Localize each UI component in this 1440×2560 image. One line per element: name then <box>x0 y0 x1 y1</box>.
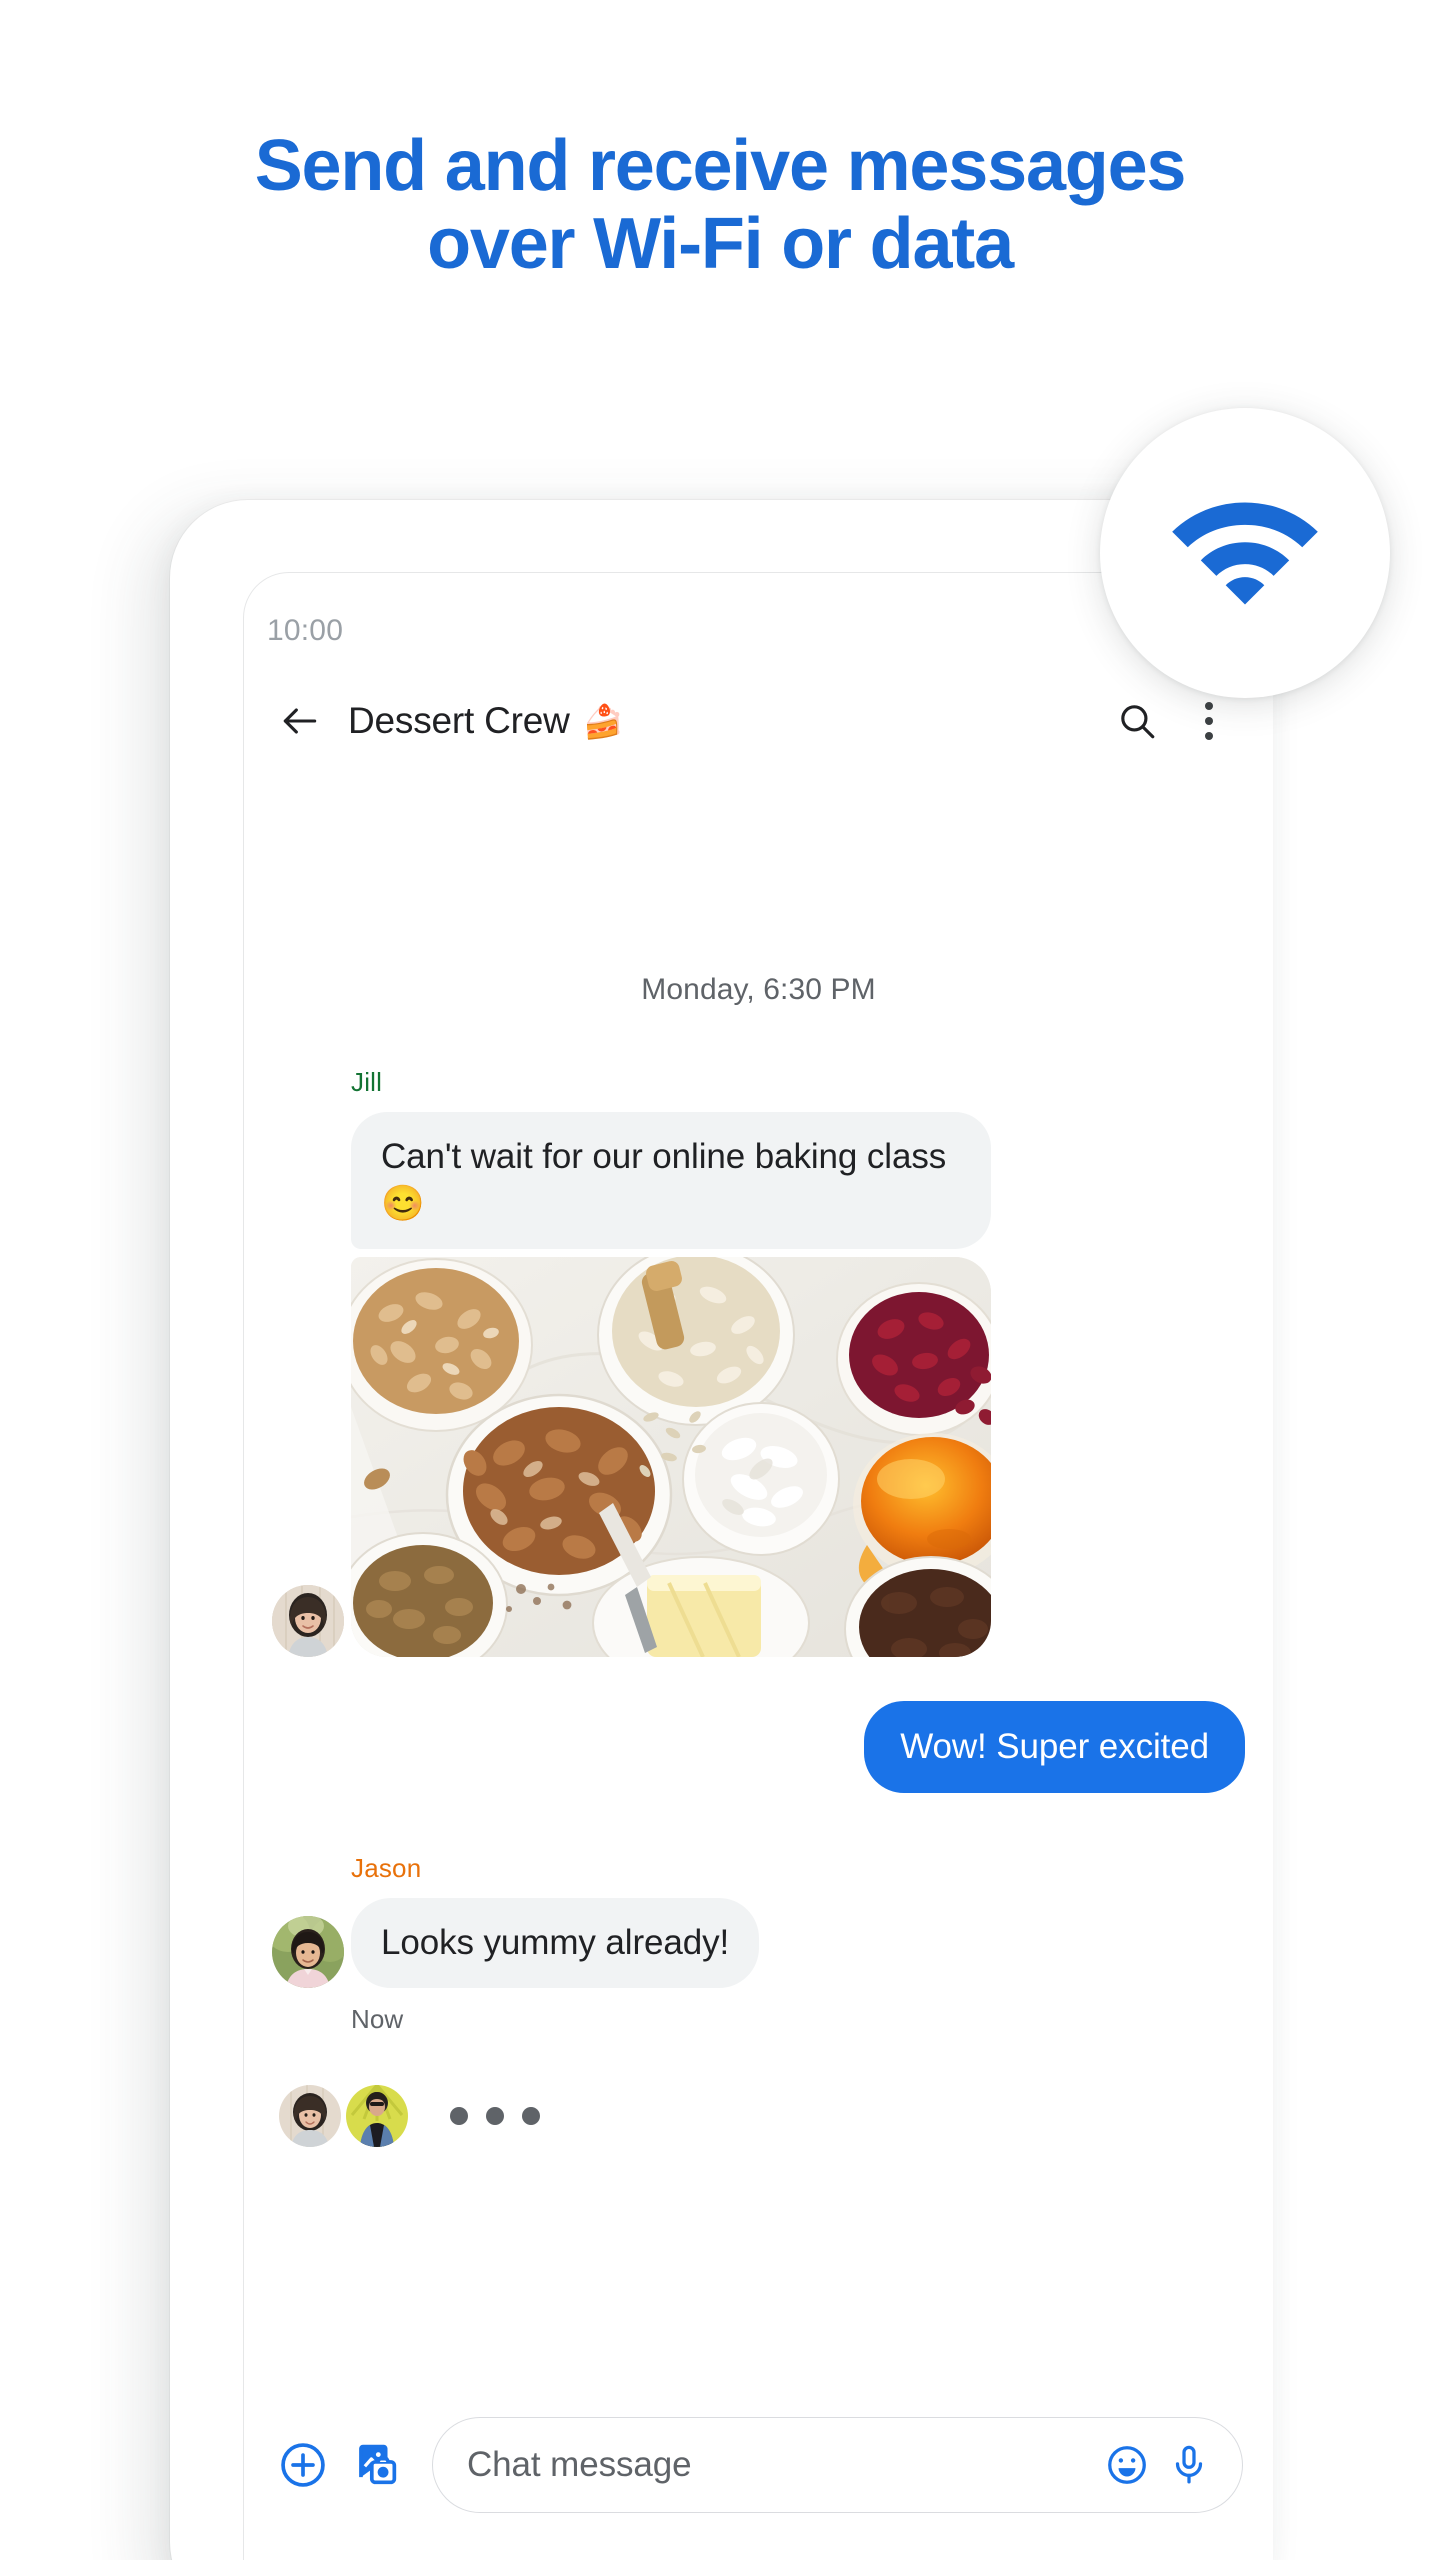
date-divider: Monday, 6:30 PM <box>641 973 876 1006</box>
app-bar: Dessert Crew 🍰 <box>244 668 1273 774</box>
compose-bar: Chat message <box>244 2410 1273 2520</box>
avatar[interactable] <box>272 1585 344 1658</box>
message-row-jason: Looks yummy already! <box>272 1897 1245 1989</box>
status-bar-time: 10:00 <box>267 614 344 647</box>
baking-ingredients-photo[interactable] <box>351 1257 991 1658</box>
typing-indicator <box>272 2085 1245 2148</box>
typing-dots <box>450 2107 540 2126</box>
message-row-jill: Can't wait for our online baking class 😊 <box>272 1112 1245 1658</box>
conversation-title[interactable]: Dessert Crew 🍰 <box>348 700 624 742</box>
avatar[interactable] <box>346 2085 408 2148</box>
phone-screen: 10:00 Dessert Crew 🍰 Monday, 6:30 PM Jil… <box>243 572 1273 2560</box>
message-bubble[interactable]: Can't wait for our online baking class 😊 <box>351 1112 991 1250</box>
message-row-outgoing: Wow! Super excited <box>272 1701 1245 1793</box>
gallery-camera-icon[interactable] <box>340 2428 414 2502</box>
message-bubble-outgoing[interactable]: Wow! Super excited <box>864 1701 1245 1793</box>
emoji-smile-icon[interactable] <box>1096 2434 1158 2496</box>
conversation-title-text: Dessert Crew <box>348 700 570 741</box>
promo-screenshot: Send and receive messages over Wi-Fi or … <box>0 0 1440 2560</box>
chat-message-placeholder: Chat message <box>467 2445 692 2484</box>
avatar[interactable] <box>272 1916 344 1989</box>
avatar[interactable] <box>279 2085 341 2148</box>
chat-message-input[interactable]: Chat message <box>432 2417 1243 2513</box>
microphone-icon[interactable] <box>1158 2434 1220 2496</box>
headline-line-2: over Wi-Fi or data <box>427 203 1014 284</box>
wifi-badge <box>1100 408 1390 698</box>
message-timestamp: Now <box>351 2004 404 2035</box>
back-arrow-icon[interactable] <box>264 685 336 757</box>
message-list: Monday, 6:30 PM Jill Can't wait for our … <box>244 788 1273 2392</box>
plus-circle-icon[interactable] <box>266 2428 340 2502</box>
search-icon[interactable] <box>1101 685 1173 757</box>
message-column-jason: Looks yummy already! <box>351 1897 760 1989</box>
cake-emoji: 🍰 <box>582 702 624 740</box>
more-vert-dots <box>1205 702 1213 740</box>
message-bubble[interactable]: Looks yummy already! <box>351 1897 760 1989</box>
sender-name-jason: Jason <box>351 1852 422 1883</box>
headline-line-1: Send and receive messages <box>254 126 1187 206</box>
message-column-jill: Can't wait for our online baking class 😊 <box>351 1112 991 1658</box>
page-title: Send and receive messages over Wi-Fi or … <box>0 126 1440 284</box>
wifi-icon <box>1170 495 1320 612</box>
sender-name-jill: Jill <box>351 1067 383 1097</box>
